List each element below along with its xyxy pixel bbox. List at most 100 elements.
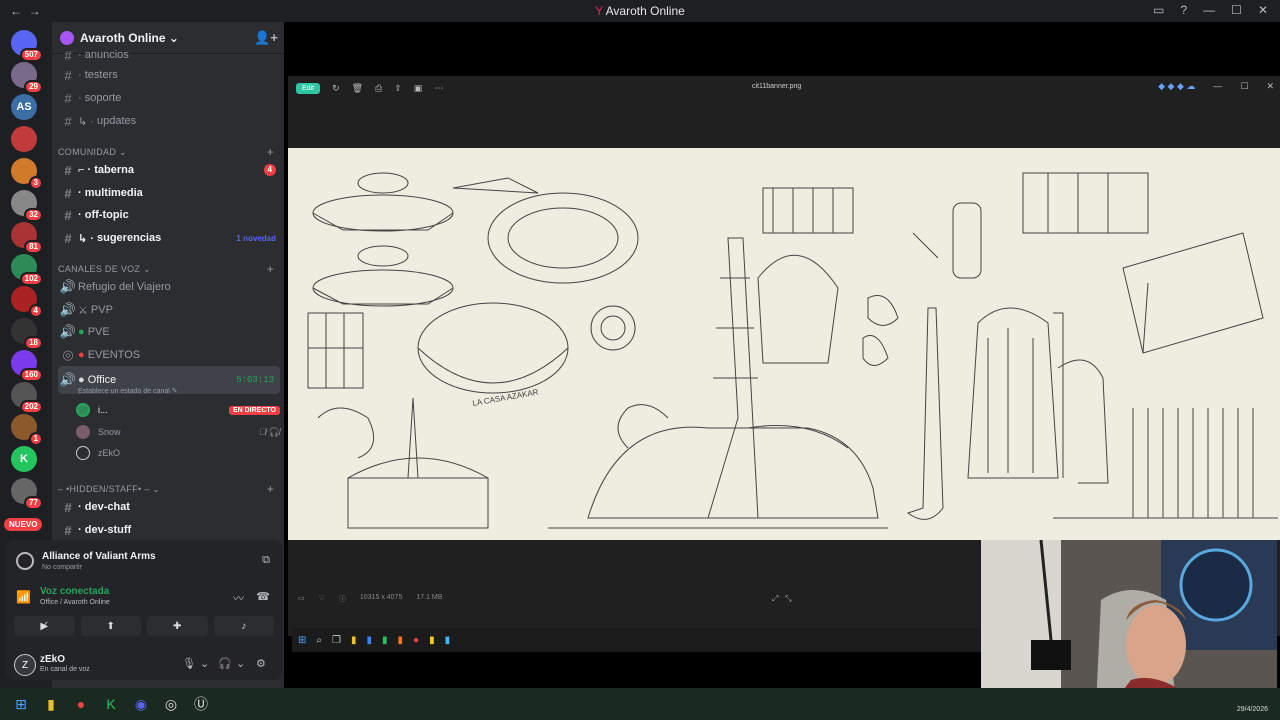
folder-icon[interactable]: ▮ [36,696,66,713]
add-channel-icon[interactable]: + [267,262,274,276]
channel-multimedia[interactable]: # · multimedia [58,182,280,204]
activities-icon: ✚ [173,620,182,632]
server-icon[interactable]: 3 [11,158,43,190]
chevron-down-icon[interactable]: ⌄ [236,657,245,670]
voice-connection[interactable]: 📶 Voz conectada Office / Avaroth Online … [14,586,274,614]
category-hidden-staff[interactable]: – •HIDDEN/STAFF• – ⌄ + [58,482,280,496]
channel-status-prompt[interactable]: Establece un estado de canal ✎ [78,387,178,395]
chevron-down-icon[interactable]: ⌄ [200,657,209,670]
task-view-icon: ❐ [332,634,341,646]
add-channel-icon[interactable]: + [267,482,274,496]
unread-badge: 1 [28,432,43,446]
server-icon[interactable]: 202 [11,382,43,414]
voice-user[interactable]: zEkO [76,443,280,463]
rotate-icon[interactable]: ↻ [332,83,340,94]
kick-icon[interactable]: K [96,696,126,712]
avatar [76,403,90,417]
server-icon[interactable]: K [11,446,37,472]
unreal-icon[interactable]: Ⓤ [186,694,216,714]
server-icon[interactable]: 32 [11,190,43,222]
soundboard-button[interactable]: ♪ [213,616,274,636]
folder-icon: ▮ [350,634,357,646]
minimize-button[interactable]: — [1203,3,1215,17]
inbox-icon[interactable]: ▭ [1153,3,1164,17]
streamed-taskbar: ⊞ ⌕ ❐ ▮ ▮ ▮ ▮ ● ▮ ▮ [292,628,988,652]
edit-button[interactable]: Edit [296,82,321,94]
category-voz[interactable]: CANALES DE VOZ ⌄ + [58,262,280,276]
delete-icon[interactable]: 🗑 [352,83,363,94]
server-icon[interactable]: 77 [11,478,43,510]
close-button[interactable]: ✕ [1258,3,1268,17]
windows-icon: ⊞ [298,634,307,646]
server-icon[interactable]: 160 [11,350,43,382]
obs-icon[interactable]: ◎ [156,696,186,713]
hash-icon: # [64,113,72,129]
voice-channel-refugio[interactable]: 🔊 Refugio del Viajero [58,276,280,298]
fit-icon[interactable]: ⤢ ⤡ [772,594,791,604]
category-comunidad[interactable]: COMUNIDAD ⌄ + [58,145,280,159]
windows-icon[interactable]: ⊞ [6,696,36,713]
server-icon[interactable]: 18 [11,318,43,350]
channel-dev-stuff[interactable]: # · dev-stuff [58,519,280,541]
server-icon[interactable]: 102 [11,254,43,286]
channel-updates[interactable]: # ↳ · updates [58,110,280,132]
chrome-icon[interactable]: ● [66,696,96,712]
add-channel-icon[interactable]: + [267,145,274,159]
share-icon[interactable]: ⇪ [394,83,402,94]
maximize-button[interactable]: ☐ [1231,3,1242,17]
headphones-icon[interactable]: 🎧 [218,657,232,670]
app-icon: ▮ [382,634,388,646]
unread-badge: 507 [19,48,43,62]
favorite-icon[interactable]: ♡ [319,594,325,604]
system-clock: 29/4/2026 [1236,706,1268,713]
close-button[interactable]: ✕ [1266,81,1274,92]
info-icon[interactable]: ⓘ [339,594,346,604]
avatar[interactable]: Z [14,654,36,676]
view-icon[interactable]: ▭ [298,594,305,604]
share-screen-button[interactable]: ⬆ [80,616,141,636]
image-dimensions: 10315 x 4075 [359,594,403,601]
title-bar: ← → Y Avaroth Online ▭ ? — ☐ ✕ [0,0,1280,22]
maximize-button[interactable]: ☐ [1240,81,1248,92]
channel-off-topic[interactable]: # · off-topic [58,204,280,226]
noise-suppression-icon[interactable]: 〰 [233,590,244,606]
minimize-button[interactable]: — [1213,81,1222,92]
activities-button[interactable]: ✚ [147,616,208,636]
server-icon[interactable] [11,126,37,152]
voice-channel-pvp[interactable]: 🔊 ⚔ PVP [58,299,280,321]
channel-sugerencias[interactable]: # ↳ · sugerencias 1 novedad [58,227,280,249]
channel-soporte[interactable]: # · soporte [58,87,280,109]
voice-channel-eventos[interactable]: ◎ ● EVENTOS [58,344,280,366]
slideshow-icon[interactable]: ▣ [414,83,423,94]
server-icon[interactable]: 1 [11,414,43,446]
server-icon[interactable]: 81 [11,222,43,254]
microphone-icon[interactable]: 🎙 [182,657,196,670]
help-icon[interactable]: ? [1180,3,1187,17]
avatar [76,425,90,439]
server-icon[interactable]: AS [11,94,37,120]
channel-anuncios[interactable]: # · anuncios [58,44,280,66]
more-icon[interactable]: ⋯ [434,83,443,94]
soundboard-icon: ♪ [241,620,247,632]
brave-icon: ▮ [397,634,404,646]
server-icon[interactable]: 507 [11,30,43,62]
channel-dev-chat[interactable]: # · dev-chat [58,496,280,518]
voice-channel-pve[interactable]: 🔊 ● PVE [58,321,280,343]
stream-view[interactable]: Edit ↻ 🗑 ⎙ ⇪ ▣ ⋯ cit11banner.png ◆ ◆ ◆ ☁… [284,22,1280,706]
app-icons[interactable]: ◆ ◆ ◆ ☁ [1158,81,1195,92]
hash-icon: # [64,522,72,538]
camera-off-button[interactable]: ▶̸ [14,616,75,636]
voice-user[interactable]: i... EN DIRECTO [76,400,280,420]
disconnect-icon[interactable]: ☎ [256,590,270,603]
activity-status[interactable]: Alliance of Valiant Arms No compartir ⧉ [14,548,274,578]
channel-taberna[interactable]: # ⌐ · taberna 4 [58,159,280,181]
screen-share-icon[interactable]: ⧉ [262,554,270,567]
channel-testers[interactable]: # · testers [58,64,280,86]
server-icon[interactable]: 29 [11,62,43,94]
discord-icon[interactable]: ◉ [126,696,156,713]
server-icon[interactable]: 4 [11,286,43,318]
gear-icon[interactable]: ⚙ [256,657,266,670]
voice-user[interactable]: Snow 🎙̸ 🎧̸ [76,422,280,442]
print-icon[interactable]: ⎙ [375,83,382,94]
file-name: cit11banner.png [752,83,802,90]
